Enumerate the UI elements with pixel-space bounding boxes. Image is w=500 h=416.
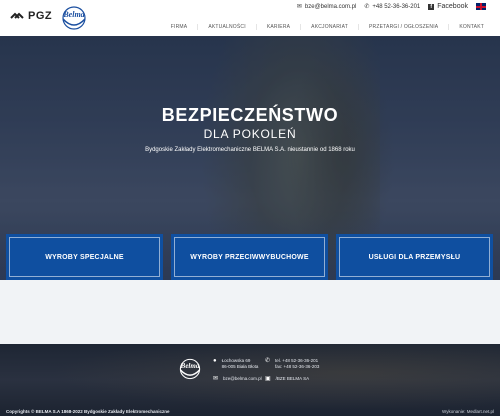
pgz-logo-text: PGZ bbox=[28, 10, 53, 22]
footer-address-line2: 86-005 Biała Błota bbox=[221, 364, 259, 369]
category-cards: WYROBY SPECJALNE WYROBY PRZECIWWYBUCHOWE… bbox=[0, 234, 500, 286]
english-flag-icon[interactable] bbox=[476, 3, 486, 10]
card-frame: WYROBY SPECJALNE bbox=[9, 237, 160, 277]
footer-copyright: Copyrights © BELMA S.A 1868-2022 Bydgosk… bbox=[6, 408, 170, 414]
footer-belma-logo[interactable]: Belma bbox=[176, 357, 204, 381]
footer-credit[interactable]: Wykonanie: Medlart.net.pl bbox=[442, 409, 494, 414]
map-pin-icon: ● bbox=[213, 358, 217, 364]
belma-logo[interactable]: Belma bbox=[58, 5, 90, 31]
header-email-text: bze@belma.com.pl bbox=[304, 3, 357, 10]
hero-title: BEZPIECZEŃSTWO DLA POKOLEŃ bbox=[0, 105, 500, 141]
hero-subtitle: Bydgoskie Zakłady Elektromechaniczne BEL… bbox=[145, 147, 355, 153]
pgz-logo[interactable]: PGZ bbox=[10, 9, 52, 23]
card-wyroby-specjalne[interactable]: WYROBY SPECJALNE bbox=[6, 234, 163, 280]
nav-item-akcjonariat[interactable]: AKCJONARIAT bbox=[301, 24, 360, 30]
card-label: WYROBY PRZECIWWYBUCHOWE bbox=[190, 253, 309, 261]
envelope-icon: ✉ bbox=[296, 4, 302, 10]
facebook-link[interactable]: f Facebook bbox=[428, 3, 468, 10]
site-footer: Belma ● Łochowska 69 86-005 Biała Błota … bbox=[0, 344, 500, 416]
card-frame: WYROBY PRZECIWWYBUCHOWE bbox=[174, 237, 325, 277]
footer-email[interactable]: ✉ bze@belma.com.pl bbox=[213, 376, 262, 382]
header-phone[interactable]: ✆ +48 52-36-36-201 bbox=[364, 3, 421, 11]
footer-epuap[interactable]: ▣ /BZE BELMA SA bbox=[265, 376, 309, 382]
footer-epuap-text: /BZE BELMA SA bbox=[275, 376, 310, 381]
nav-item-kontakt[interactable]: KONTAKT bbox=[449, 24, 486, 30]
card-frame: USŁUGI DLA PRZEMYSŁU bbox=[339, 237, 490, 277]
nav-item-firma[interactable]: FIRMA bbox=[161, 24, 199, 30]
facebook-label: Facebook bbox=[437, 3, 468, 10]
hero-title-line1: BEZPIECZEŃSTWO bbox=[161, 105, 339, 125]
footer-bottom-bar: Copyrights © BELMA S.A 1868-2022 Bydgosk… bbox=[0, 406, 500, 416]
belma-logo-text: Belma bbox=[62, 10, 84, 19]
header-phone-text: +48 52-36-36-201 bbox=[372, 3, 421, 10]
site-header: PGZ Belma ✉ bze@belma.com.pl ✆ +48 52-36… bbox=[0, 0, 500, 36]
envelope-icon: ✉ bbox=[213, 376, 219, 382]
header-email[interactable]: ✉ bze@belma.com.pl bbox=[296, 3, 357, 11]
facebook-icon: f bbox=[428, 3, 435, 10]
main-nav: FIRMA AKTUALNOŚCI KARIERA AKCJONARIAT PR… bbox=[161, 24, 486, 30]
hero-title-line2: DLA POKOLEŃ bbox=[203, 127, 297, 141]
footer-belma-logo-text: Belma bbox=[180, 362, 200, 370]
nav-item-kariera[interactable]: KARIERA bbox=[257, 24, 302, 30]
phone-icon: ✆ bbox=[265, 358, 271, 364]
pgz-chevron-icon bbox=[10, 12, 24, 19]
footer-email-text: bze@belma.com.pl bbox=[223, 376, 262, 381]
phone-icon: ✆ bbox=[364, 4, 370, 10]
content-band bbox=[0, 280, 500, 344]
inbox-icon: ▣ bbox=[265, 376, 271, 382]
footer-phones: ✆ tel. +48 52-36-36-201 fax: +48 52-36-3… bbox=[265, 358, 319, 370]
nav-item-aktualnosci[interactable]: AKTUALNOŚCI bbox=[198, 24, 257, 30]
nav-item-przetargi[interactable]: PRZETARGI / OGŁOSZENIA bbox=[359, 24, 450, 30]
footer-address: ● Łochowska 69 86-005 Biała Błota bbox=[213, 358, 258, 370]
top-contact-bar: ✉ bze@belma.com.pl ✆ +48 52-36-36-201 f … bbox=[297, 3, 486, 10]
footer-fax: fax: +48 52-36-36-203 bbox=[275, 364, 320, 369]
card-label: WYROBY SPECJALNE bbox=[45, 253, 124, 261]
card-wyroby-przeciwwybuchowe[interactable]: WYROBY PRZECIWWYBUCHOWE bbox=[171, 234, 328, 280]
card-label: USŁUGI DLA PRZEMYSŁU bbox=[368, 253, 461, 261]
card-uslugi-dla-przemyslu[interactable]: USŁUGI DLA PRZEMYSŁU bbox=[336, 234, 493, 280]
